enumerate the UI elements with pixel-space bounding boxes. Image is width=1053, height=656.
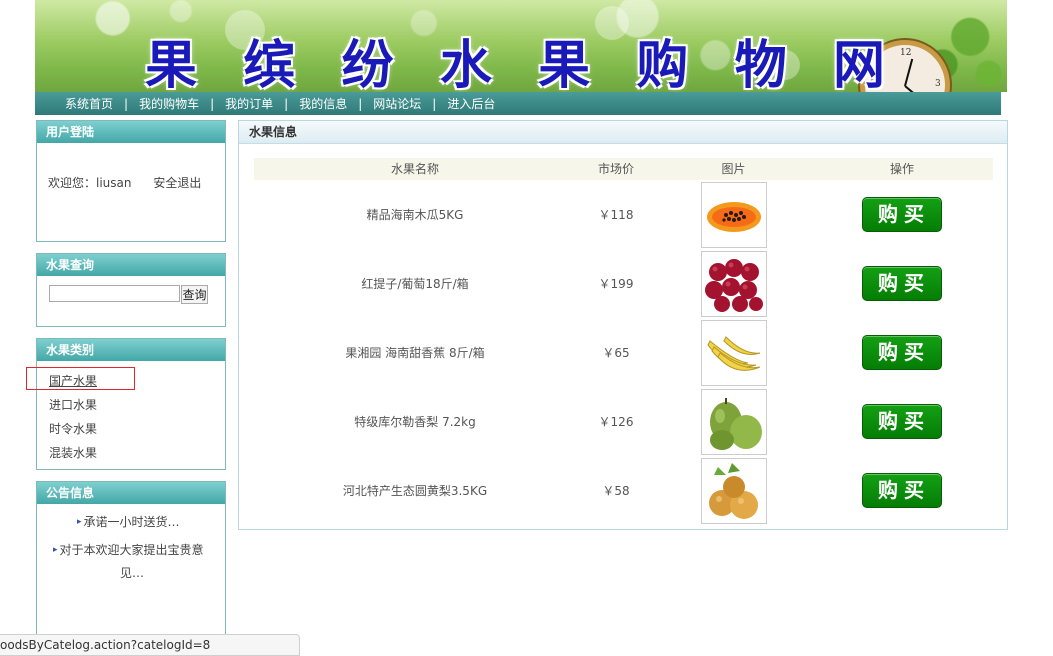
table-row: 特级库尔勒香梨 7.2kg ￥126 购买	[254, 387, 993, 456]
notice-item[interactable]: ▸ 承诺一小时送货…	[77, 511, 180, 534]
site-title-char: 水	[439, 35, 492, 93]
product-panel-title: 水果信息	[239, 121, 1007, 144]
product-price: ￥126	[598, 415, 634, 429]
site-title-char: 网	[832, 35, 885, 93]
red-grape-image[interactable]	[700, 250, 767, 317]
category-panel: 水果类别 国产水果 进口水果 时令水果 混装水果	[36, 338, 226, 470]
nav-admin[interactable]: 进入后台	[447, 95, 495, 112]
category-seasonal[interactable]: 时令水果	[49, 420, 97, 437]
bullet-icon: ▸	[53, 545, 58, 555]
bullet-icon: ▸	[77, 517, 82, 527]
site-title-char: 果	[145, 35, 198, 93]
category-panel-title: 水果类别	[37, 339, 225, 361]
site-title: 果 缤 纷 水 果 购 物 网	[145, 35, 885, 93]
nav-cart[interactable]: 我的购物车	[139, 95, 199, 112]
status-url: oodsByCatelog.action?catelogId=8	[0, 638, 211, 652]
search-panel-title: 水果查询	[37, 254, 225, 276]
main-nav: 系统首页 | 我的购物车 | 我的订单 | 我的信息 | 网站论坛 | 进入后台	[35, 92, 1001, 115]
login-info: 欢迎您：liusan 安全退出	[48, 174, 201, 191]
product-price: ￥65	[602, 346, 630, 360]
product-name: 特级库尔勒香梨 7.2kg	[354, 415, 476, 429]
category-highlight-box	[26, 367, 135, 390]
search-panel: 水果查询 查询	[36, 253, 226, 327]
site-title-char: 缤	[243, 35, 296, 93]
table-header: 水果名称 市场价 图片 操作	[254, 158, 993, 180]
nav-orders[interactable]: 我的订单	[225, 95, 273, 112]
notice-item[interactable]: ▸ 对于本欢迎大家提出宝贵意	[53, 539, 204, 562]
table-row: 精品海南木瓜5KG ￥118 购买	[254, 180, 993, 249]
table-row: 红提子/葡萄18斤/箱 ￥199 购买	[254, 249, 993, 318]
product-table: 水果名称 市场价 图片 操作 精品海南木瓜5KG ￥118 购买 红提子/葡萄1…	[254, 158, 993, 525]
product-price: ￥118	[598, 208, 634, 222]
notice-panel: 公告信息 ▸ 承诺一小时送货… ▸ 对于本欢迎大家提出宝贵意 见…	[36, 481, 226, 641]
buy-button[interactable]: 购买	[862, 197, 942, 232]
papaya-image[interactable]	[700, 181, 767, 248]
nav-separator: |	[124, 96, 129, 111]
welcome-text: 欢迎您：liusan	[48, 176, 132, 190]
korla-pear-image[interactable]	[700, 388, 767, 455]
nav-separator: |	[284, 96, 289, 111]
column-header-name: 水果名称	[390, 162, 439, 176]
column-header-image: 图片	[721, 162, 746, 176]
table-row: 河北特产生态圆黄梨3.5KG ￥58 购买	[254, 456, 993, 525]
nav-separator: |	[358, 96, 363, 111]
nav-separator: |	[210, 96, 215, 111]
yellow-pear-image[interactable]	[700, 457, 767, 524]
site-title-char: 果	[538, 35, 591, 93]
buy-button[interactable]: 购买	[862, 473, 942, 508]
browser-status-bar: oodsByCatelog.action?catelogId=8	[0, 634, 300, 656]
nav-forum[interactable]: 网站论坛	[373, 95, 421, 112]
buy-button[interactable]: 购买	[862, 335, 942, 370]
banana-image[interactable]	[700, 319, 767, 386]
column-header-action: 操作	[889, 162, 914, 176]
product-name: 精品海南木瓜5KG	[366, 208, 464, 222]
notice-panel-title: 公告信息	[37, 482, 225, 504]
site-title-char: 纷	[341, 35, 394, 93]
notice-text-continued: 见…	[120, 566, 145, 580]
buy-button[interactable]: 购买	[862, 266, 942, 301]
product-name: 河北特产生态圆黄梨3.5KG	[342, 484, 488, 498]
product-name: 红提子/葡萄18斤/箱	[361, 277, 469, 291]
search-button[interactable]: 查询	[181, 285, 208, 304]
category-mixed[interactable]: 混装水果	[49, 444, 97, 461]
notice-text: 对于本欢迎大家提出宝贵意	[59, 543, 204, 557]
column-header-price: 市场价	[597, 162, 634, 176]
product-name: 果湘园 海南甜香蕉 8斤/箱	[345, 346, 485, 360]
site-title-char: 购	[636, 35, 689, 93]
buy-button[interactable]: 购买	[862, 404, 942, 439]
login-panel-title: 用户登陆	[37, 121, 225, 143]
search-input[interactable]	[49, 285, 180, 302]
site-title-char: 物	[734, 35, 787, 93]
product-panel: 水果信息 水果名称 市场价 图片 操作 精品海南木瓜5KG ￥118 购买 红提…	[238, 120, 1008, 530]
site-banner: 12 3 6 9 果 缤 纷 水 果 购 物 网	[35, 0, 1007, 92]
notice-text: 承诺一小时送货…	[83, 515, 180, 529]
product-price: ￥58	[602, 484, 630, 498]
logout-link[interactable]: 安全退出	[153, 176, 201, 190]
product-price: ￥199	[598, 277, 634, 291]
nav-my-info[interactable]: 我的信息	[299, 95, 347, 112]
nav-home[interactable]: 系统首页	[65, 95, 113, 112]
category-imported[interactable]: 进口水果	[49, 396, 97, 413]
login-panel: 用户登陆 欢迎您：liusan 安全退出	[36, 120, 226, 242]
table-row: 果湘园 海南甜香蕉 8斤/箱 ￥65 购买	[254, 318, 993, 387]
nav-separator: |	[432, 96, 437, 111]
